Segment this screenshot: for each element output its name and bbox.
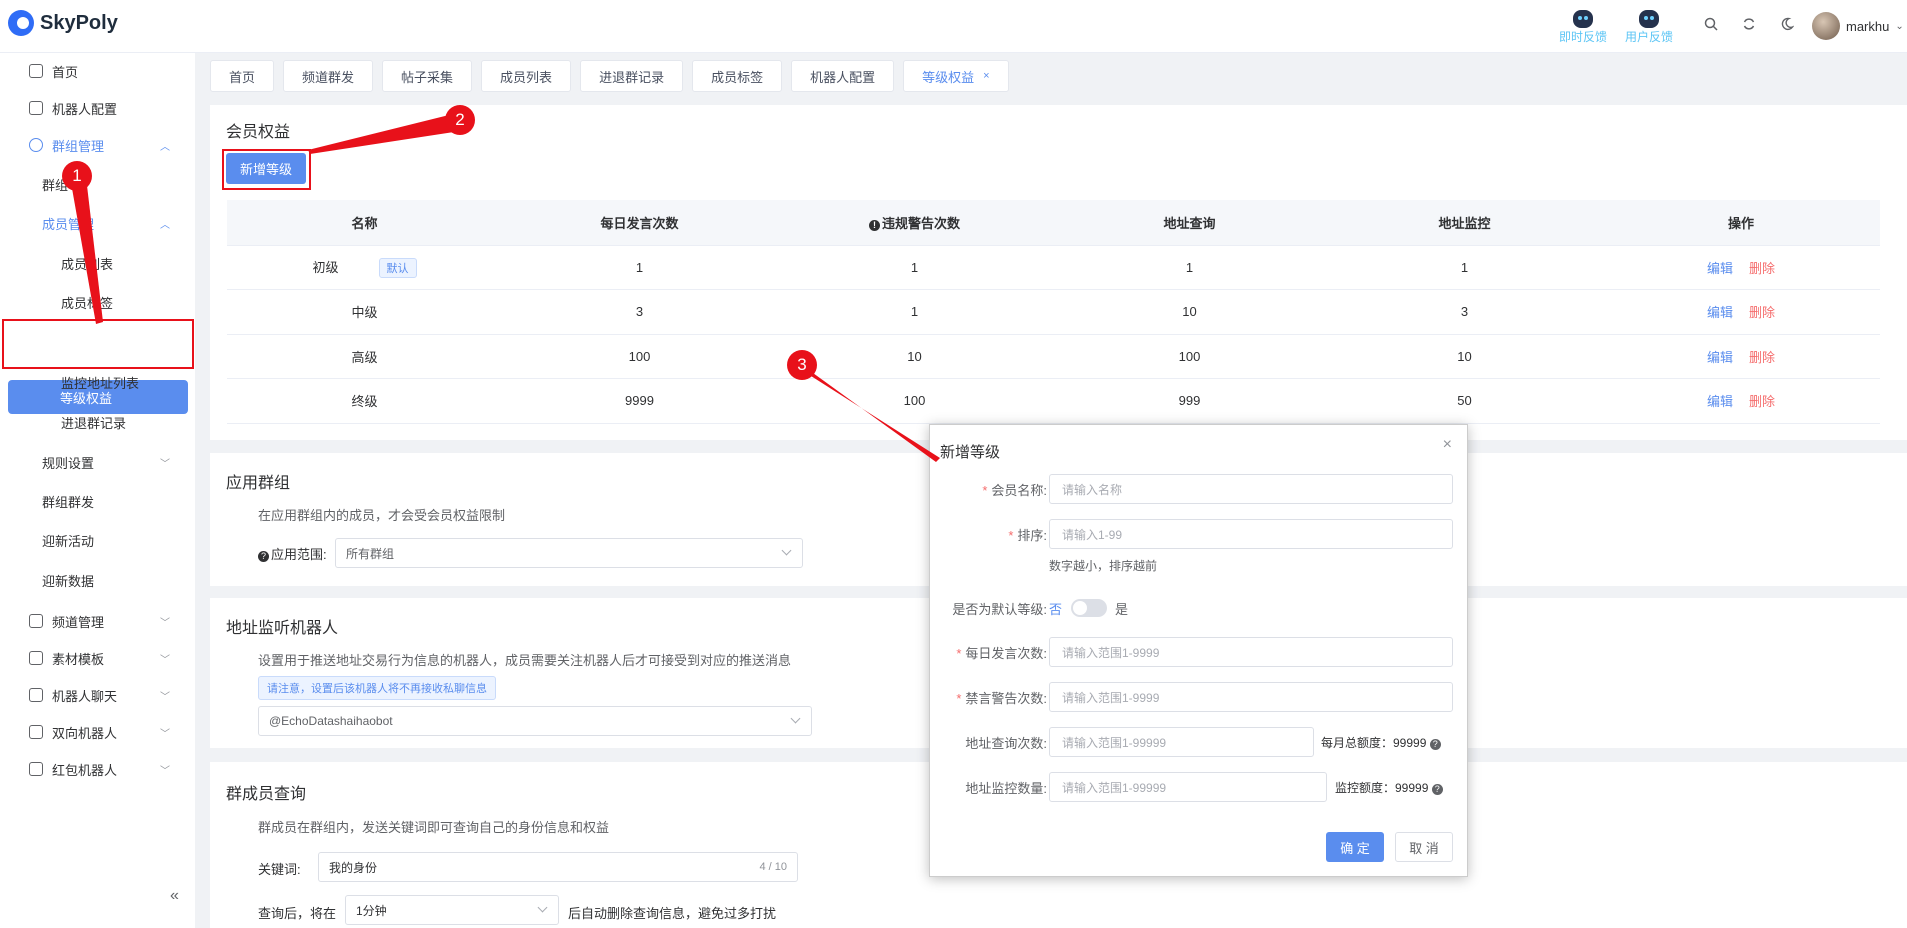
annotation-badge-3: 3: [787, 350, 817, 380]
annotation-badge-2: 2: [445, 105, 475, 135]
annotation-arrows: [70, 114, 940, 462]
annotation-badge-1: 1: [62, 161, 92, 191]
